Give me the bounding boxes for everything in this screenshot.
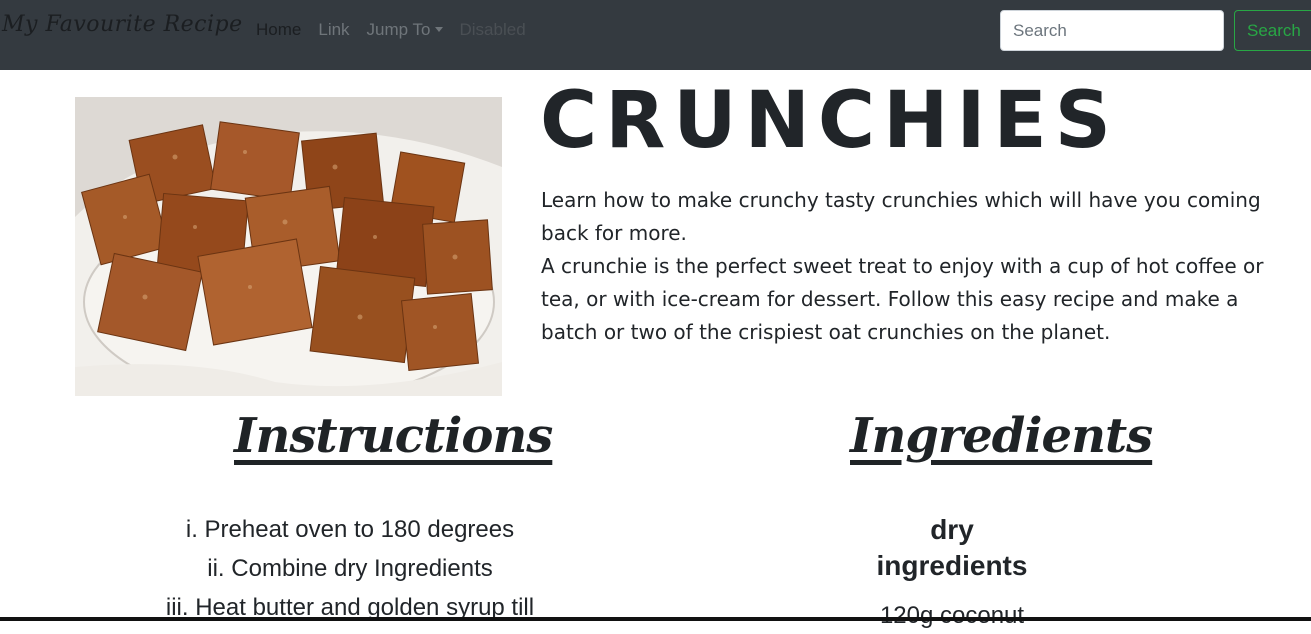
intro-paragraph: Learn how to make crunchy tasty crunchie… <box>541 188 1261 245</box>
caret-down-icon <box>434 27 443 32</box>
nav-link-disabled: Disabled <box>459 20 526 39</box>
intro-text: Learn how to make crunchy tasty crunchie… <box>541 184 1271 349</box>
ingredient-group-label: dry ingredients <box>876 514 1028 581</box>
navbar: My Favourite Recipe Home Link Jump To Di… <box>0 0 1311 70</box>
crunchies-photo <box>75 97 502 396</box>
brand-logo[interactable]: My Favourite Recipe <box>2 12 243 37</box>
ingredients-heading: Ingredients <box>850 408 1153 464</box>
nav-dropdown-jump-to[interactable]: Jump To <box>367 20 443 40</box>
intro-paragraph: A crunchie is the perfect sweet treat to… <box>541 254 1264 344</box>
nav-link-home[interactable]: Home <box>256 20 301 40</box>
instruction-step: iii. Heat butter and golden syrup till <box>165 594 535 621</box>
ingredient-item: 120g coconut <box>879 602 1025 629</box>
instruction-step: i. Preheat oven to 180 degrees <box>185 516 515 543</box>
instruction-step: ii. Combine dry Ingredients <box>207 555 493 582</box>
window-bottom-edge <box>0 617 1311 621</box>
search-button[interactable]: Search <box>1234 10 1311 51</box>
instructions-heading: Instructions <box>234 408 553 464</box>
search-input[interactable] <box>1000 10 1224 51</box>
nav-links: Home Link Jump To Disabled <box>256 20 543 40</box>
page-title: CRUNCHIES <box>540 76 1119 166</box>
ingredients-list: dry ingredients 120g coconut <box>800 512 1104 634</box>
instructions-list: i. Preheat oven to 180 degrees ii. Combi… <box>75 510 625 627</box>
nav-dropdown-label: Jump To <box>366 20 431 39</box>
nav-link-link[interactable]: Link <box>318 20 349 40</box>
